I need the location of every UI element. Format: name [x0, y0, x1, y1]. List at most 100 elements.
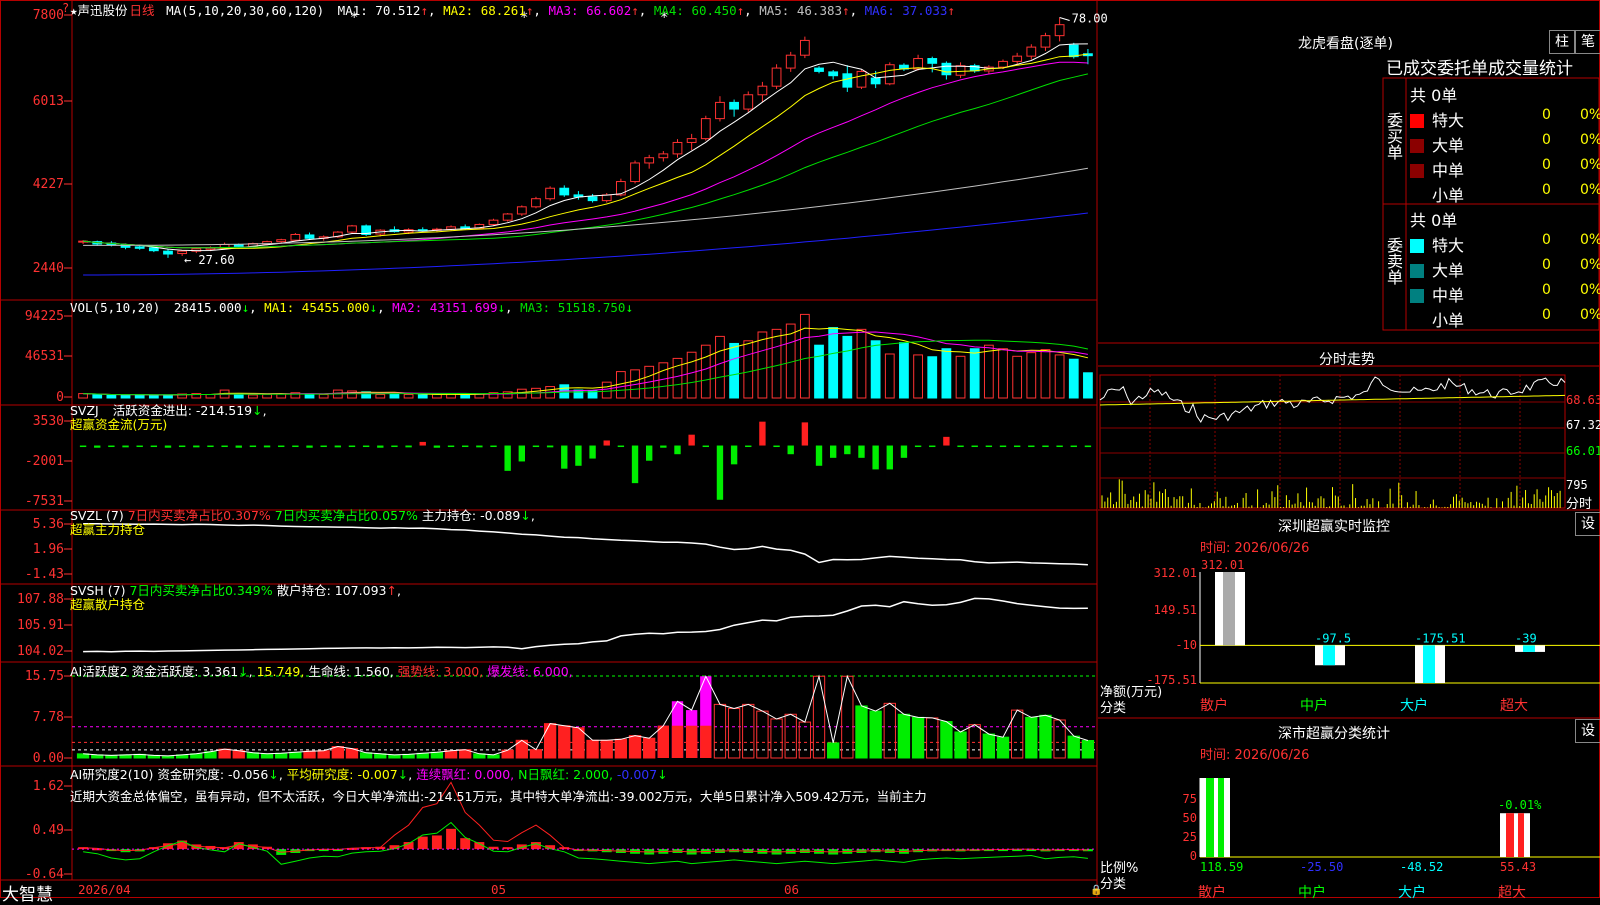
volume-bar: [92, 393, 103, 399]
candle: [998, 60, 1008, 68]
svzj-bar: [221, 445, 228, 448]
indicator-label: MA(5,10,20,30,60,120): [166, 3, 325, 18]
buy-row-0: 特大 0 0%: [1410, 107, 1600, 130]
svzj-bar: [306, 445, 313, 448]
candle: [715, 101, 725, 120]
sell-row-1: 大单 0 0%: [1410, 257, 1600, 280]
volume-bar: [799, 313, 810, 399]
buy-row-value: 0: [1542, 107, 1551, 123]
sell-row-pct: 0%: [1580, 232, 1600, 248]
svzj-bar: [688, 434, 695, 446]
volume-bar: [842, 335, 853, 399]
volume-bar: [757, 331, 768, 399]
svzj-bar: [999, 445, 1007, 448]
monitor-settings-button[interactable]: 设: [1575, 512, 1600, 536]
volume-bar: [969, 348, 980, 399]
ai-bar-base: [700, 725, 712, 758]
main-chart-canvas[interactable]: 780060134227244078.00← 27.60* * *942254653…: [0, 0, 1600, 900]
intraday-title: 分时走势: [1319, 352, 1375, 368]
sell-row-0: 特大 0 0%: [1410, 232, 1600, 255]
monitor-bar-label-2: -175.51: [1415, 631, 1466, 645]
classify-top-label: -0.01%: [1498, 798, 1542, 812]
outer-frame: [0, 0, 1600, 898]
buy-row-name: 中单: [1432, 161, 1465, 180]
candle: [771, 67, 782, 87]
svzj-bar: [419, 441, 426, 446]
volume-bar: [318, 393, 329, 399]
period-label[interactable]: 日线: [130, 3, 155, 18]
candle: [1026, 46, 1037, 57]
intraday-volume-max: 795: [1566, 478, 1588, 492]
candle: [799, 39, 810, 56]
classify-bar-label-2: -48.52: [1400, 860, 1443, 874]
ai-value2: 15.749,: [256, 664, 305, 679]
vol-ma5-line: [83, 327, 1089, 396]
favorite-star-icon[interactable]: ★: [70, 3, 78, 18]
bar-mode-button[interactable]: 柱: [1549, 30, 1575, 54]
ai-bar: [628, 735, 642, 759]
ai-bar: [558, 725, 571, 759]
svzj-bar: [1028, 445, 1035, 448]
candle: [729, 101, 739, 110]
volume-bar: [417, 394, 428, 399]
ai-bar: [968, 724, 981, 759]
ai-bar: [982, 733, 996, 759]
sell-row-name: 小单: [1432, 311, 1465, 330]
monitor-cat-3: 超大: [1500, 698, 1528, 714]
vol-ma20-line: [83, 339, 1089, 396]
monitor-bar-stripe: [1323, 645, 1335, 666]
vol-ma2: MA2: 43151.699: [392, 300, 498, 315]
svsh-title: SVSH (7): [70, 583, 126, 598]
ai-bar: [1025, 716, 1038, 759]
intraday-price-line: [1099, 376, 1566, 423]
sell-swatch-icon: [1410, 314, 1424, 328]
candle: [941, 62, 952, 76]
svzj-bar: [603, 440, 610, 446]
svzj-subtitle: 超赢资金流(万元): [70, 417, 168, 432]
svzj-bar: [787, 445, 794, 455]
classify-settings-button[interactable]: 设: [1575, 719, 1600, 743]
svzj-bar: [900, 445, 908, 458]
candle: [304, 234, 315, 239]
ai-bar: [430, 751, 444, 759]
ma5-value: MA5: 46.383: [759, 3, 843, 18]
svzj-bar: [178, 445, 186, 448]
candle: [757, 85, 768, 96]
classify-bar-stripe2: [1518, 813, 1524, 857]
buy-row-value: 0: [1542, 157, 1551, 173]
svzj-bar: [462, 445, 469, 448]
ai-activity-line: [83, 674, 1089, 757]
buy-row-name: 大单: [1432, 136, 1465, 155]
svzj-bar: [858, 445, 865, 458]
ai-bar-base: [657, 725, 670, 758]
ai-burst-line: 爆发线: 6.000,: [487, 664, 573, 679]
volume-bar: [870, 340, 881, 399]
svzj-bar: [943, 436, 950, 446]
volume-bar: [403, 393, 414, 399]
sell-row-value: 0: [1542, 282, 1551, 298]
buy-side-label: 委买单: [1384, 112, 1403, 160]
buy-swatch-icon: [1410, 189, 1424, 203]
svzj-bar: [674, 445, 681, 455]
vol-tick-2: 0: [56, 390, 64, 405]
svzl-tick-1: 1.96: [33, 542, 64, 557]
ai-bar: [926, 717, 939, 759]
high-price-label: 78.00: [1072, 12, 1108, 26]
ai-bar: [855, 705, 868, 759]
classify-cat-3: 超大: [1498, 885, 1526, 900]
monitor-bar-stripe: [1423, 645, 1435, 683]
volume-bar: [120, 394, 131, 399]
monitor-time: 时间: 2026/06/26: [1200, 541, 1310, 556]
monitor-tick-2: -10: [1175, 638, 1197, 652]
svzj-bar: [886, 445, 893, 470]
dragon-tab-header[interactable]: 已成交委托单成交量统计: [1386, 54, 1573, 79]
ai-bar: [1053, 719, 1066, 759]
monitor-tick-1: 149.51: [1154, 603, 1197, 617]
ai-bar: [586, 739, 599, 759]
svzj-bar: [391, 445, 398, 448]
tick-mode-button[interactable]: 笔: [1575, 30, 1600, 54]
research-last: -0.007: [616, 767, 658, 782]
classify-bar-超大: [1500, 813, 1530, 857]
buy-row-pct: 0%: [1580, 182, 1600, 198]
classify-tick-3: 0: [1190, 849, 1197, 863]
